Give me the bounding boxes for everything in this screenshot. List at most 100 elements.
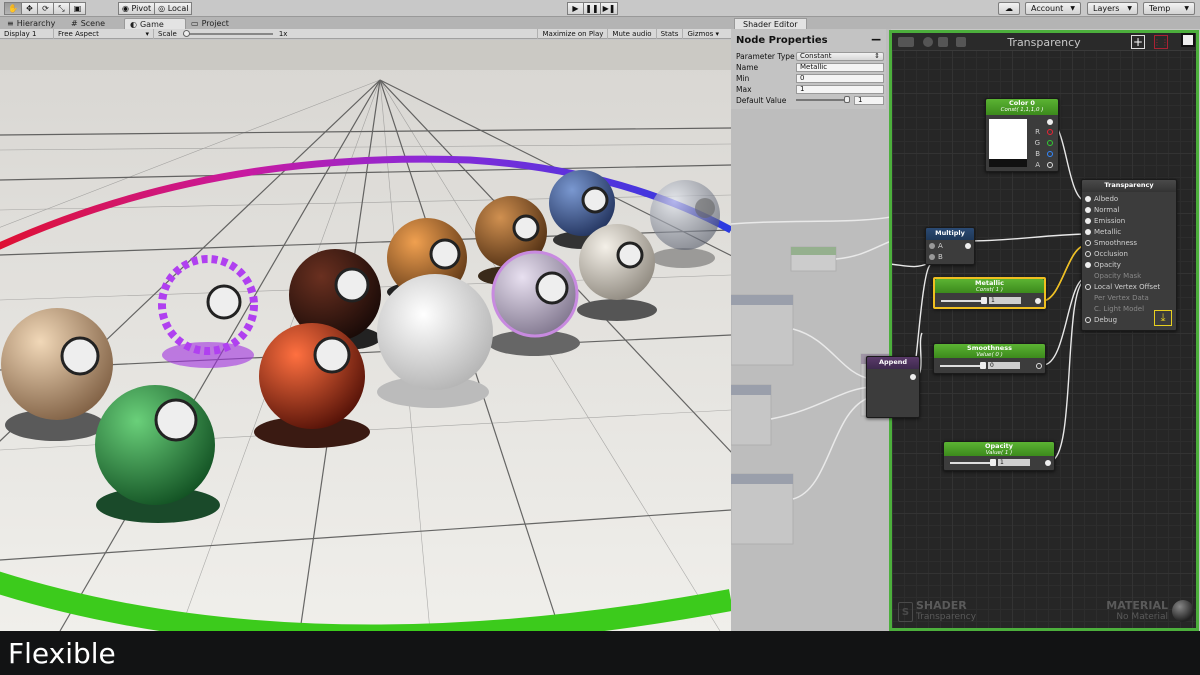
output-pin[interactable] [965,243,971,249]
slider-track[interactable] [941,296,987,304]
output-pin-g[interactable] [1047,140,1053,146]
input-pin-smoothness[interactable] [1085,240,1091,246]
append-node[interactable]: Append [866,356,920,418]
maximize-label: Maximize on Play [542,30,604,38]
display-dropdown[interactable]: Display 1 [0,28,54,39]
rect-tool-icon[interactable]: ▣ [69,2,86,15]
mute-audio-toggle[interactable]: Mute audio [607,29,655,39]
port-label: G [1034,139,1040,147]
default-value-label: Default Value [736,95,787,105]
hand-tool-icon[interactable]: ✋ [4,2,22,15]
tab-shader-editor[interactable]: Shader Editor [734,18,807,29]
pause-icon[interactable]: ❚❚ [584,2,601,15]
layout-dropdown[interactable]: Temp ▼ [1143,2,1195,15]
pivot-group: ◉ Pivot ◎ Local [118,2,193,15]
name-row: Name Metallic [736,62,884,72]
output-pin-r[interactable] [1047,129,1053,135]
output-pin-rgba[interactable] [1047,119,1053,125]
input-pin-local-vertex-offset[interactable] [1085,284,1091,290]
output-pin[interactable] [1035,298,1041,304]
tab-game[interactable]: ◐ Game [124,18,186,29]
step-icon[interactable]: ▶❚ [601,2,618,15]
output-pin[interactable] [910,374,916,380]
layout-group: Temp ▼ [1143,2,1195,15]
caret-down-icon: ▾ [145,29,149,38]
shader-brand-title: SHADER [916,599,967,612]
default-value-field[interactable]: 1 [854,95,884,105]
account-dropdown[interactable]: Account ▼ [1025,2,1081,15]
rotate-tool-icon[interactable]: ⟳ [37,2,54,15]
tab-scene[interactable]: # Scene [66,18,124,29]
local-label: Local [167,4,189,13]
slider-knob[interactable] [980,361,986,369]
opacity-value-field[interactable]: 1 [998,459,1030,466]
output-pin[interactable] [1045,460,1051,466]
port-label: Metallic [1094,228,1122,236]
graph-canvas[interactable]: Transparency + ⋮⋮ Color 0 Const( 1,1,1,0 … [866,30,1199,631]
material-brand: MATERIAL No Material [1106,599,1168,622]
maximize-window-icon[interactable] [1181,33,1195,47]
collapse-icon[interactable]: − [870,32,882,48]
opacity-node[interactable]: Opacity Value( 1 ) 1 [943,441,1055,471]
port-label: Per Vertex Data [1094,294,1149,302]
color-swatch[interactable] [989,119,1027,167]
default-value-slider-knob[interactable] [844,96,850,103]
metallic-slider[interactable]: 1 [941,296,1041,304]
name-field[interactable]: Metallic [796,62,884,72]
stats-toggle[interactable]: Stats [655,29,683,39]
input-pin-emission[interactable] [1085,218,1091,224]
smoothness-value-field[interactable]: 0 [988,362,1020,369]
max-field[interactable]: 1 [796,84,884,94]
master-node-transparency[interactable]: Transparency Albedo Normal Emission Meta… [1081,179,1177,331]
metallic-node[interactable]: Metallic Const( 1 ) 1 [933,277,1046,309]
scale-slider-knob[interactable] [182,29,190,37]
maximize-on-play-toggle[interactable]: Maximize on Play [537,29,607,39]
smoothness-slider[interactable]: 0 [940,361,1040,369]
default-value-slider[interactable] [796,96,850,103]
color-node[interactable]: Color 0 Const( 1,1,1,0 ) R G B A [985,98,1059,172]
smoothness-node[interactable]: Smoothness Value( 0 ) 0 [933,343,1046,374]
slider-track[interactable] [940,361,986,369]
scale-slider[interactable] [182,29,273,37]
input-pin-opacity[interactable] [1085,262,1091,268]
metallic-value-field[interactable]: 1 [989,297,1021,304]
node-title: Smoothness [967,344,1012,352]
node-title: Transparency [1104,181,1154,189]
input-pin-albedo[interactable] [1085,196,1091,202]
output-pin-a[interactable] [1047,162,1053,168]
tab-project[interactable]: ▭ Project [186,18,246,29]
cloud-icon[interactable]: ☁ [998,2,1020,15]
pivot-icon: ◉ [122,4,132,13]
input-pin-metallic[interactable] [1085,229,1091,235]
port-label: Occlusion [1094,250,1128,258]
local-button[interactable]: ◎ Local [155,2,193,15]
input-pin-a[interactable] [929,243,935,249]
layers-dropdown[interactable]: Layers ▼ [1087,2,1138,15]
gizmos-dropdown[interactable]: Gizmos ▾ [682,29,723,39]
output-pin[interactable] [1036,363,1042,369]
move-tool-icon[interactable]: ✥ [21,2,38,15]
slider-track[interactable] [950,458,996,466]
output-pin-b[interactable] [1047,151,1053,157]
input-pin-occlusion[interactable] [1085,251,1091,257]
opacity-slider[interactable]: 1 [950,458,1050,466]
game-viewport[interactable] [0,40,731,631]
multiply-node[interactable]: Multiply A B [925,227,975,265]
slider-knob[interactable] [981,296,987,304]
input-pin-debug[interactable] [1085,317,1091,323]
input-pin-normal[interactable] [1085,207,1091,213]
port-label: A [1035,161,1040,169]
tab-hierarchy[interactable]: ≡ Hierarchy [2,18,66,29]
save-icon[interactable]: ⤓ [1154,310,1172,326]
input-pin-b[interactable] [929,254,935,260]
min-field[interactable]: 0 [796,73,884,83]
scale-tool-icon[interactable]: ⤡ [53,2,70,15]
node-properties-panel: Node Properties − Parameter Type Constan… [731,29,886,109]
node-subtitle: Const( 1,1,1,0 ) [1000,107,1044,113]
slider-knob[interactable] [990,458,996,466]
pivot-button[interactable]: ◉ Pivot [118,2,156,15]
play-icon[interactable]: ▶ [567,2,584,15]
parameter-type-select[interactable]: Constant ⇕ [796,51,884,61]
smoothness-node-header: Smoothness Value( 0 ) [934,344,1045,358]
aspect-dropdown[interactable]: Free Aspect ▾ [54,28,154,39]
